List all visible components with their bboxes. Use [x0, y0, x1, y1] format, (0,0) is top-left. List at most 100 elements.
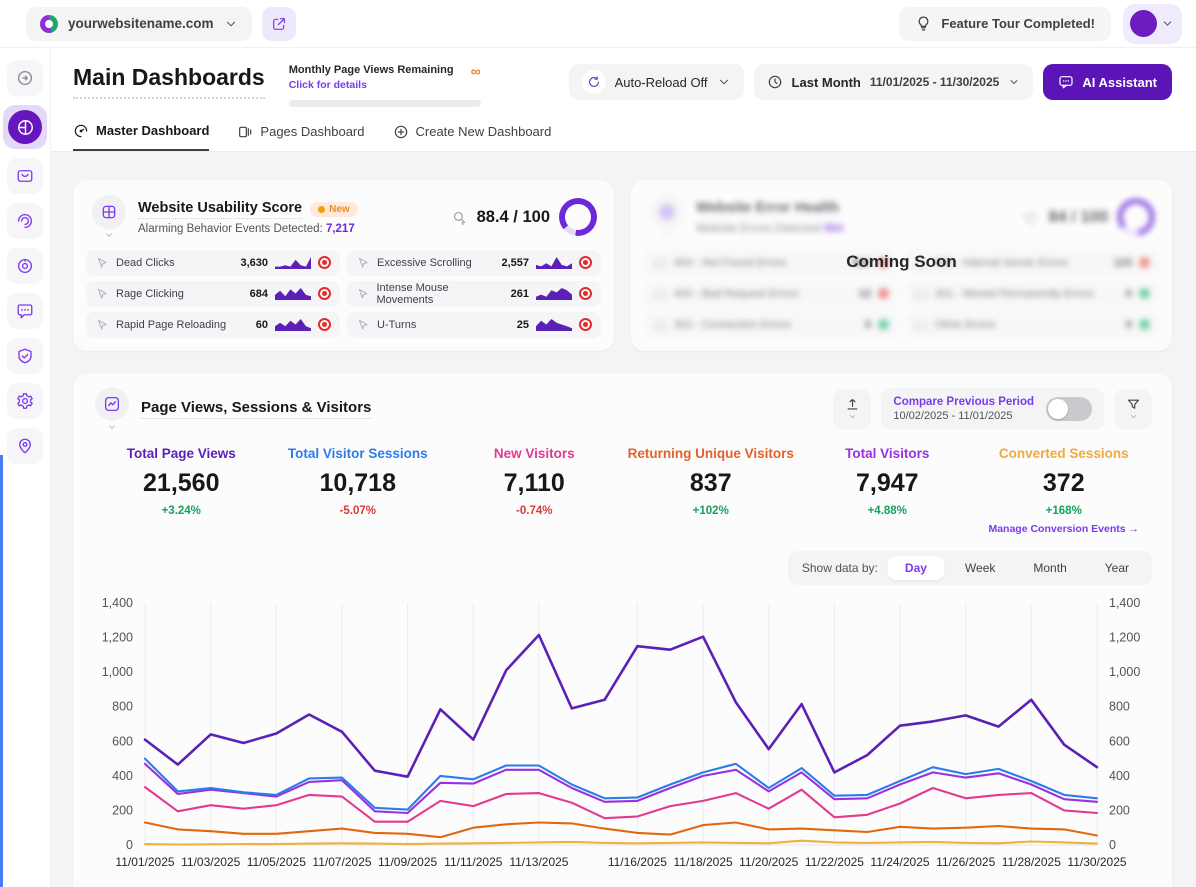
- ai-assistant-label: AI Assistant: [1082, 75, 1157, 90]
- error-row: Other Errors0: [905, 312, 1159, 338]
- plus-circle-icon: [393, 124, 409, 140]
- sparkline: [275, 318, 311, 331]
- lightbulb-icon: [915, 15, 932, 32]
- granularity-month[interactable]: Month: [1016, 556, 1083, 580]
- compare-period-control: Compare Previous Period 10/02/2025 - 11/…: [881, 388, 1104, 430]
- show-data-by-group: Show data by: Day Week Month Year: [788, 551, 1152, 585]
- filter-button[interactable]: [1114, 389, 1152, 429]
- new-badge: New: [310, 202, 358, 217]
- sparkline: [536, 256, 572, 269]
- error-health-card: Website Error Health Website Errors Dete…: [631, 180, 1172, 351]
- card-icon-button[interactable]: [90, 195, 128, 240]
- line-chart[interactable]: 002002004004006006008008001,0001,0001,20…: [93, 591, 1152, 887]
- stat-total-page-views: Total Page Views 21,560 +3.24%: [93, 446, 270, 535]
- open-website-button[interactable]: [262, 7, 296, 41]
- tab-create-new-dashboard[interactable]: Create New Dashboard: [393, 123, 552, 151]
- record-button[interactable]: [579, 318, 592, 331]
- manage-conversion-events-link[interactable]: Manage Conversion Events →: [976, 523, 1153, 535]
- tab-master-dashboard[interactable]: Master Dashboard: [73, 123, 209, 151]
- auto-reload-label: Auto-Reload Off: [615, 75, 708, 90]
- pin-icon: [16, 437, 34, 455]
- record-button[interactable]: [318, 318, 331, 331]
- record-button[interactable]: [318, 256, 331, 269]
- svg-text:1,200: 1,200: [1109, 630, 1140, 644]
- cloud-icon: [653, 318, 667, 332]
- svg-text:11/24/2025: 11/24/2025: [870, 855, 929, 869]
- card-subtitle: Alarming Behavior Events Detected: 7,217: [138, 223, 358, 235]
- account-menu[interactable]: [1123, 4, 1182, 44]
- sidebar-item-heatmaps[interactable]: [7, 203, 43, 239]
- stat-total-visitors: Total Visitors 7,947 +4.88%: [799, 446, 976, 535]
- metric-row: Rage Clicking684: [86, 281, 340, 307]
- svg-text:11/09/2025: 11/09/2025: [378, 855, 437, 869]
- cursor-icon: [95, 287, 109, 301]
- error-health-score: 84 / 100: [1048, 208, 1108, 227]
- svg-text:200: 200: [112, 803, 133, 817]
- auto-reload-selector[interactable]: Auto-Reload Off: [569, 64, 744, 100]
- topbar: yourwebsitename.com Feature Tour Complet…: [0, 0, 1196, 48]
- metric-row: Dead Clicks3,630: [86, 250, 340, 276]
- metric-row: Intense Mouse Movements261: [347, 281, 601, 307]
- show-data-by-label: Show data by:: [802, 561, 878, 575]
- metric-label: Excessive Scrolling: [377, 257, 472, 269]
- compare-toggle[interactable]: [1046, 397, 1092, 421]
- stat-label: Converted Sessions: [976, 446, 1153, 461]
- date-range-selector[interactable]: Last Month 11/01/2025 - 11/30/2025: [754, 64, 1034, 100]
- date-preset: Last Month: [792, 75, 861, 90]
- sparkline: [275, 287, 311, 300]
- quota-details-link[interactable]: Click for details: [289, 79, 454, 91]
- metric-row: Rapid Page Reloading60: [86, 312, 340, 338]
- sidebar-item-settings[interactable]: [7, 383, 43, 419]
- subtitle-text: Website Errors Detected: [696, 223, 821, 235]
- granularity-week[interactable]: Week: [948, 556, 1012, 580]
- chevron-down-icon: [1129, 412, 1138, 421]
- sidebar-item-feedback[interactable]: [7, 293, 43, 329]
- record-button[interactable]: [318, 287, 331, 300]
- camera-icon: [16, 257, 34, 275]
- quota-title: Monthly Page Views Remaining: [289, 64, 454, 78]
- sidebar-item-location[interactable]: [7, 428, 43, 464]
- card-icon-button: [648, 195, 686, 240]
- chart-line-icon: [95, 387, 129, 421]
- gauge-icon: [73, 123, 89, 139]
- error-row: 301 - Moved Permanently Errors0: [905, 281, 1159, 307]
- page-title: Main Dashboards: [73, 64, 265, 99]
- metric-row: Excessive Scrolling2,557: [347, 250, 601, 276]
- feature-tour-label: Feature Tour Completed!: [941, 16, 1095, 31]
- granularity-day[interactable]: Day: [888, 556, 944, 580]
- feature-tour-button[interactable]: Feature Tour Completed!: [899, 7, 1111, 41]
- sidebar-item-dashboards[interactable]: [3, 105, 47, 149]
- svg-text:11/07/2025: 11/07/2025: [312, 855, 371, 869]
- svg-text:11/13/2025: 11/13/2025: [509, 855, 568, 869]
- analytics-title: Page Views, Sessions & Visitors: [141, 399, 371, 419]
- website-selector[interactable]: yourwebsitename.com: [26, 7, 252, 41]
- svg-text:600: 600: [112, 734, 133, 748]
- stat-returning-unique-visitors: Returning Unique Visitors 837 +102%: [623, 446, 800, 535]
- error-label: 400 - Bad Request Errors: [674, 288, 799, 300]
- record-button[interactable]: [579, 287, 592, 300]
- sidebar-expand-button[interactable]: [7, 60, 43, 96]
- status-dot: [1139, 288, 1150, 299]
- stat-total-visitor-sessions: Total Visitor Sessions 10,718 -5.07%: [270, 446, 447, 535]
- card-icon-button[interactable]: [93, 387, 131, 432]
- score-ring: [559, 198, 597, 236]
- record-button[interactable]: [579, 256, 592, 269]
- usability-score-card: Website Usability Score New Alarming Beh…: [73, 180, 614, 351]
- status-dot: [878, 319, 889, 330]
- tab-pages-dashboard[interactable]: Pages Dashboard: [237, 123, 364, 151]
- export-button[interactable]: [833, 389, 871, 429]
- sidebar-item-inbox[interactable]: [7, 158, 43, 194]
- chevron-down-icon: [1161, 17, 1174, 30]
- ai-assistant-button[interactable]: AI Assistant: [1043, 64, 1172, 100]
- svg-text:11/11/2025: 11/11/2025: [444, 855, 503, 869]
- ai-chat-icon: [1058, 74, 1074, 90]
- card-subtitle: Website Errors Detected 864: [696, 223, 843, 235]
- coming-soon-overlay: Coming Soon: [631, 252, 1172, 272]
- stat-delta: +3.24%: [93, 505, 270, 517]
- sidebar-item-security[interactable]: [7, 338, 43, 374]
- quota-progress-bar: [289, 100, 481, 107]
- granularity-year[interactable]: Year: [1088, 556, 1146, 580]
- sidebar-item-recordings[interactable]: [7, 248, 43, 284]
- analytics-card: Page Views, Sessions & Visitors Compare …: [73, 374, 1172, 887]
- svg-text:800: 800: [1109, 699, 1130, 713]
